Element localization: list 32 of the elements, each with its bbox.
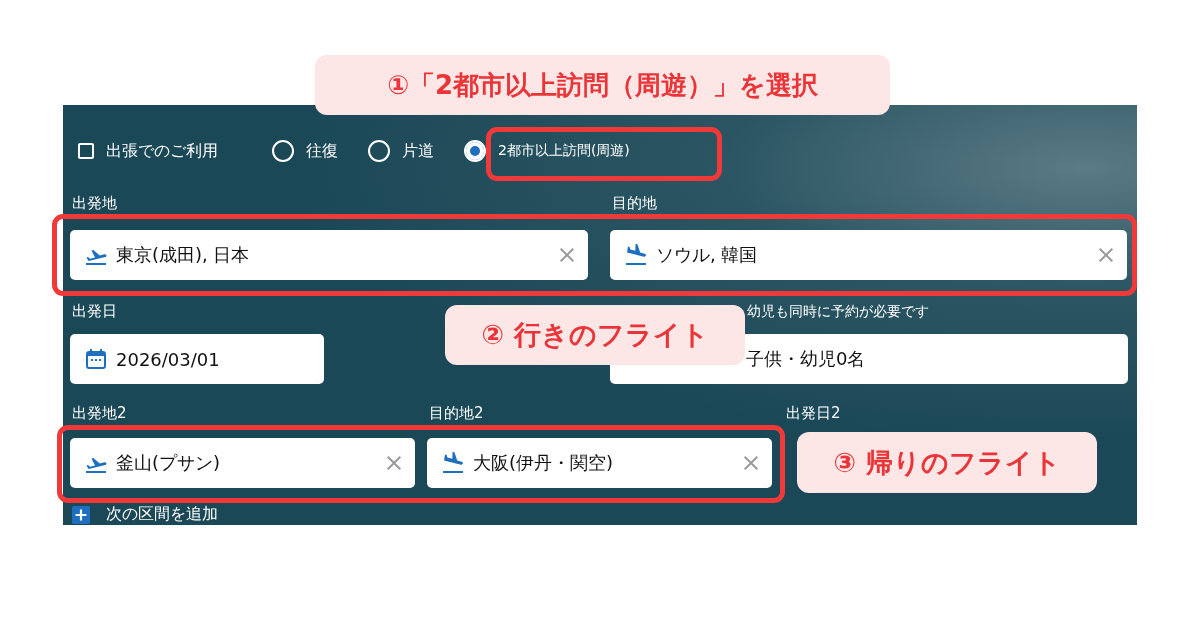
radio-label: 片道 — [402, 140, 434, 162]
plus-icon[interactable] — [72, 505, 90, 524]
field-label: 出発地2 — [72, 404, 127, 422]
radio-label: 往復 — [306, 140, 338, 162]
location-field[interactable]: ソウル, 韓国 — [610, 230, 1127, 280]
date-field[interactable]: 2026/03/01 — [70, 334, 324, 384]
radio-label: 2都市以上訪問(周遊) — [498, 142, 630, 160]
location-field[interactable]: 釜山(プサン) — [70, 438, 415, 488]
field-label: 目的地 — [612, 194, 657, 212]
clear-icon[interactable] — [1097, 246, 1115, 264]
field-label: 出発日2 — [786, 404, 841, 422]
callout-tooltip: ② 行きのフライト — [445, 305, 745, 365]
add-segment-link[interactable]: 次の区間を追加 — [106, 504, 218, 525]
passenger-note: 幼児も同時に予約が必要です — [747, 302, 929, 320]
callout-tooltip: ③ 帰りのフライト — [797, 432, 1097, 493]
location-field[interactable]: 大阪(伊丹・関空) — [427, 438, 772, 488]
radio-button[interactable] — [464, 140, 486, 162]
radio-button[interactable] — [272, 140, 294, 162]
checkbox-label: 出張でのご利用 — [106, 140, 218, 162]
calendar-icon — [84, 347, 108, 371]
clear-icon[interactable] — [385, 454, 403, 472]
field-label: 出発地 — [72, 194, 117, 212]
landing-icon — [441, 451, 465, 475]
field-label: 出発日 — [72, 302, 117, 320]
field-label: 目的地2 — [429, 404, 484, 422]
landing-icon — [624, 243, 648, 267]
radio-button[interactable] — [368, 140, 390, 162]
checkbox[interactable] — [78, 143, 94, 159]
location-field[interactable]: 東京(成田), 日本 — [70, 230, 588, 280]
clear-icon[interactable] — [558, 246, 576, 264]
callout-tooltip: ①「2都市以上訪問（周遊）」を選択 — [315, 55, 890, 115]
clear-icon[interactable] — [742, 454, 760, 472]
